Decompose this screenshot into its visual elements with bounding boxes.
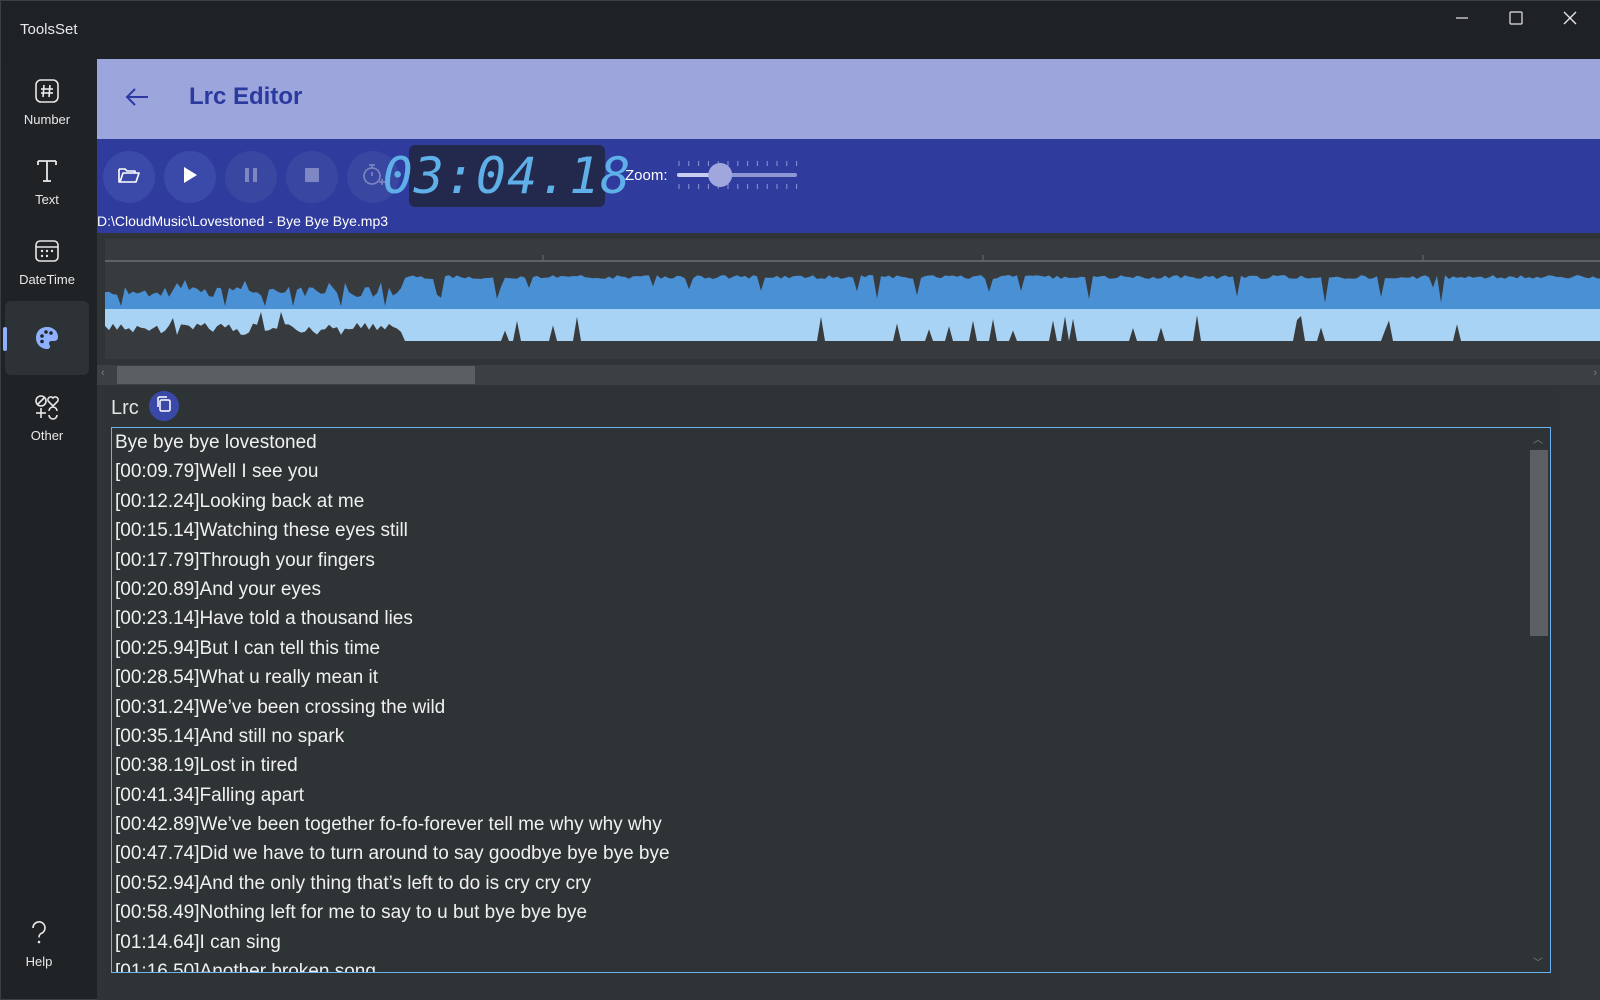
open-file-button[interactable] (103, 151, 155, 203)
page-title: Lrc Editor (189, 83, 303, 110)
lrc-panel: Lrc Bye bye bye lovestoned [00:09.79]Well… (103, 387, 1553, 1000)
sidebar-item-other[interactable]: Other (5, 379, 89, 453)
lrc-line: [00:28.54]What u really mean it (115, 667, 378, 689)
lrc-line: [00:38.19]Lost in tired (115, 755, 298, 777)
lrc-text-editor[interactable]: Bye bye bye lovestoned [00:09.79]Well I s… (111, 427, 1551, 973)
sidebar-item-label: DateTime (19, 271, 75, 287)
app-title: ToolsSet (20, 21, 78, 38)
sidebar-item-datetime[interactable]: DateTime (5, 223, 89, 297)
main-content: Lrc Editor 03:04.18 Zoom: D:\CloudMusic\… (97, 59, 1600, 1000)
back-button[interactable] (121, 83, 153, 115)
sidebar-item-help[interactable]: Help (1, 905, 77, 979)
palette-icon (33, 321, 61, 355)
minimize-icon (1455, 11, 1469, 30)
close-icon (1563, 11, 1577, 30)
time-display: 03:04.18 (382, 145, 632, 207)
lrc-line: [00:09.79]Well I see you (115, 461, 319, 483)
question-icon (29, 916, 49, 950)
play-icon (181, 165, 199, 190)
sidebar-item-label: Text (35, 191, 59, 207)
lrc-line: [00:58.49]Nothing left for me to say to … (115, 902, 588, 924)
file-path: D:\CloudMusic\Lovestoned - Bye Bye Bye.m… (97, 213, 389, 229)
pause-icon (243, 166, 259, 189)
lrc-line: [00:47.74]Did we have to turn around to … (115, 843, 670, 865)
stop-button[interactable] (286, 151, 338, 203)
sidebar-item-palette[interactable] (5, 301, 89, 375)
sidebar-item-text[interactable]: Text (5, 143, 89, 217)
waveform-view[interactable] (105, 239, 1600, 359)
sidebar-item-label: Other (30, 427, 64, 443)
scroll-thumb[interactable] (1530, 450, 1548, 636)
pause-button[interactable] (225, 151, 277, 203)
lrc-line: [01:14.64]I can sing (115, 931, 281, 953)
copy-icon (155, 395, 173, 418)
scroll-up-icon[interactable]: ︿ (1533, 431, 1543, 446)
lrc-line: [00:12.24]Looking back at me (115, 490, 365, 512)
zoom-slider[interactable] (675, 155, 801, 195)
maximize-icon (1509, 10, 1523, 30)
scroll-left-icon[interactable]: ‹ (101, 367, 105, 379)
lrc-line: [00:15.14]Watching these eyes still (115, 520, 408, 542)
calendar-icon (34, 234, 60, 268)
lrc-line: [01:16.50]Another broken song (115, 961, 376, 973)
play-button[interactable] (164, 151, 216, 203)
close-button[interactable] (1543, 1, 1597, 39)
lrc-line: [00:23.14]Have told a thousand lies (115, 608, 413, 630)
lrc-line: [00:20.89]And your eyes (115, 578, 321, 600)
lrc-line: [00:31.24]We’ve been crossing the wild (115, 696, 446, 718)
lrc-line: [00:25.94]But I can tell this time (115, 637, 381, 659)
back-arrow-icon (124, 86, 150, 113)
sidebar-item-label: Number (23, 111, 71, 127)
title-bar: ToolsSet (1, 1, 1600, 59)
shapes-icon (33, 390, 61, 424)
scroll-down-icon[interactable]: ﹀ (1533, 954, 1543, 969)
lrc-scrollbar[interactable]: ︿ ﹀ (1528, 428, 1550, 972)
folder-open-icon (117, 165, 141, 190)
maximize-button[interactable] (1489, 1, 1543, 39)
lrc-line: [00:52.94]And the only thing that’s left… (115, 872, 591, 894)
lrc-lines: Bye bye bye lovestoned [00:09.79]Well I s… (115, 428, 1526, 973)
page-header: Lrc Editor (97, 59, 1600, 139)
active-indicator (3, 327, 7, 351)
app-window: ToolsSet Number Text DateTime Other Help… (0, 0, 1600, 1000)
stop-icon (304, 167, 320, 188)
zoom-label: Zoom: (625, 167, 668, 184)
minimize-button[interactable] (1435, 1, 1489, 39)
lrc-line: [00:41.34]Falling apart (115, 784, 305, 806)
hash-icon (34, 74, 60, 108)
sidebar: Number Text DateTime Other Help (1, 59, 97, 1000)
sidebar-item-number[interactable]: Number (5, 63, 89, 137)
scroll-thumb[interactable] (117, 366, 475, 384)
text-icon (34, 154, 60, 188)
lrc-line: [00:35.14]And still no spark (115, 725, 345, 747)
lrc-line: [00:42.89]We’ve been together fo-fo-fore… (115, 814, 662, 836)
player-toolbar: 03:04.18 Zoom: D:\CloudMusic\Lovestoned … (97, 139, 1600, 233)
lrc-line: Bye bye bye lovestoned (115, 432, 317, 453)
scroll-right-icon[interactable]: › (1593, 367, 1597, 379)
waveform-scrollbar[interactable]: ‹ › (97, 365, 1600, 385)
copy-button[interactable] (149, 391, 179, 421)
lrc-label: Lrc (111, 397, 139, 419)
sidebar-item-label: Help (25, 953, 53, 969)
lrc-line: [00:17.79]Through your fingers (115, 549, 375, 571)
